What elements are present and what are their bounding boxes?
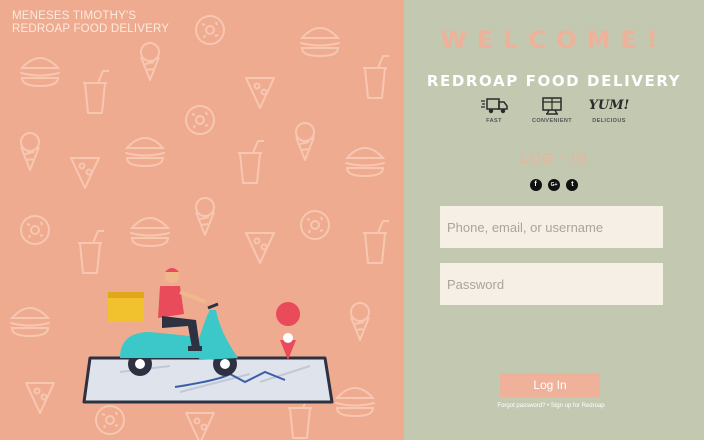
signup-link[interactable]: Sign up for Redroap xyxy=(551,403,605,409)
password-input[interactable] xyxy=(440,263,663,305)
login-title: LOG - IN xyxy=(519,150,588,167)
feature-list: FAST CONVENIENT YUM! DELICIOUS xyxy=(404,96,704,128)
delivery-truck-icon xyxy=(481,98,508,114)
forgot-password-link[interactable]: Forgot password? xyxy=(497,403,545,409)
company-name: REDROAP FOOD DELIVERY xyxy=(426,72,682,90)
yum-icon: YUM! xyxy=(588,98,630,113)
phone-map-graphic xyxy=(82,356,334,404)
feature-delicious: YUM! DELICIOUS xyxy=(574,96,644,124)
facebook-icon[interactable]: f xyxy=(529,178,542,191)
brand-title: MENESES TIMOTHY'S REDROAP FOOD DELIVERY xyxy=(12,10,169,36)
scooter-delivery-illustration xyxy=(82,268,334,404)
delivery-box-icon xyxy=(542,97,562,115)
username-input[interactable] xyxy=(440,206,663,248)
auth-links: Forgot password? • Sign up for Redroap xyxy=(404,403,698,409)
location-pin-icon xyxy=(276,302,301,360)
brand-line-1: MENESES TIMOTHY'S xyxy=(12,10,137,22)
illustration-panel: MENESES TIMOTHY'S REDROAP FOOD DELIVERY xyxy=(0,0,404,440)
login-page: MENESES TIMOTHY'S REDROAP FOOD DELIVERY xyxy=(0,0,704,440)
login-panel: WELCOME! REDROAP FOOD DELIVERY FAST CONV… xyxy=(404,0,704,440)
login-button[interactable]: Log In xyxy=(500,373,600,397)
feature-delicious-label: DELICIOUS xyxy=(592,118,626,124)
google-plus-icon[interactable]: G+ xyxy=(548,178,560,191)
social-login-row: f G+ t xyxy=(404,176,704,194)
link-separator: • xyxy=(547,403,550,409)
twitter-icon[interactable]: t xyxy=(566,178,579,191)
brand-line-2: REDROAP FOOD DELIVERY xyxy=(12,23,170,35)
welcome-heading: WELCOME! xyxy=(440,26,668,54)
